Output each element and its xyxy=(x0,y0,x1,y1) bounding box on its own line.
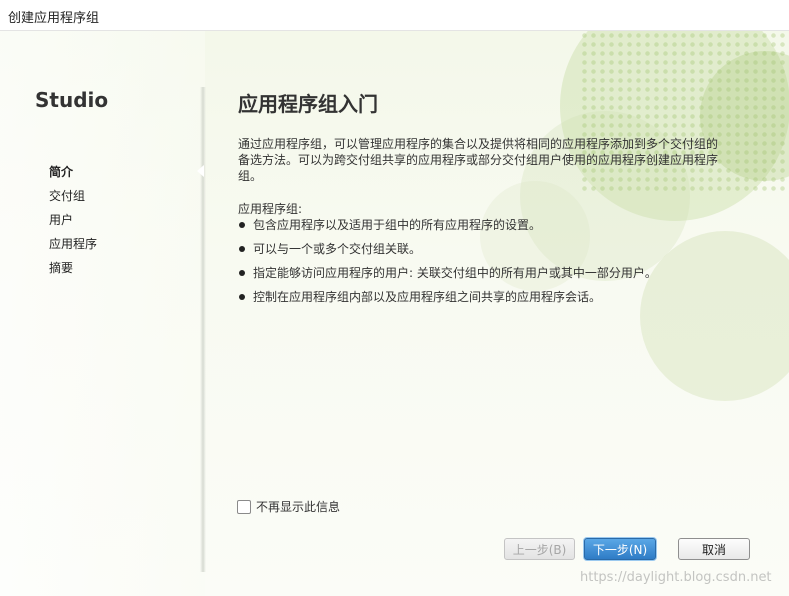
dont-show-again-label[interactable]: 不再显示此信息 xyxy=(256,498,340,515)
dont-show-again-checkbox[interactable] xyxy=(237,499,251,514)
list-item-text: 可以与一个或多个交付组关联。 xyxy=(253,242,422,256)
list-item-text: 指定能够访问应用程序的用户: 关联交付组中的所有用户或其中一部分用户。 xyxy=(253,266,657,280)
group-label: 应用程序组: xyxy=(238,202,303,216)
list-item: 指定能够访问应用程序的用户: 关联交付组中的所有用户或其中一部分用户。 xyxy=(238,264,657,288)
brand-label: Studio xyxy=(35,88,109,112)
list-item-text: 包含应用程序以及适用于组中的所有应用程序的设置。 xyxy=(253,218,542,232)
cancel-button[interactable]: 取消 xyxy=(678,538,750,560)
list-item: 可以与一个或多个交付组关联。 xyxy=(238,240,657,264)
bullet-icon xyxy=(239,246,245,252)
window-title: 创建应用程序组 xyxy=(8,11,100,26)
step-users[interactable]: 用户 xyxy=(49,211,97,235)
wizard-sidebar xyxy=(0,31,205,596)
decor-bubble xyxy=(640,231,789,401)
step-delivery-groups[interactable]: 交付组 xyxy=(49,187,97,211)
intro-text: 通过应用程序组，可以管理应用程序的集合以及提供将相同的应用程序添加到多个交付组的… xyxy=(238,137,719,183)
active-step-pointer-icon xyxy=(197,165,204,177)
list-item-text: 控制在应用程序组内部以及应用程序组之间共享的应用程序会话。 xyxy=(253,290,602,304)
next-button[interactable]: 下一步(N) xyxy=(584,538,656,560)
page-title: 应用程序组入门 xyxy=(238,92,378,116)
dont-show-again-option[interactable]: 不再显示此信息 xyxy=(237,498,340,515)
list-item: 控制在应用程序组内部以及应用程序组之间共享的应用程序会话。 xyxy=(238,288,657,312)
wizard-steps: 简介 交付组 用户 应用程序 摘要 xyxy=(49,163,97,283)
bullet-icon xyxy=(239,222,245,228)
wizard-content: Studio 简介 交付组 用户 应用程序 摘要 应用程序组入门 通过应用程序组… xyxy=(0,31,789,596)
sidebar-divider xyxy=(200,87,206,572)
step-intro[interactable]: 简介 xyxy=(49,163,97,187)
bullet-icon xyxy=(239,270,245,276)
feature-list: 包含应用程序以及适用于组中的所有应用程序的设置。 可以与一个或多个交付组关联。 … xyxy=(238,216,657,312)
step-applications[interactable]: 应用程序 xyxy=(49,235,97,259)
watermark-text: https://daylight.blog.csdn.net xyxy=(580,570,772,585)
bullet-icon xyxy=(239,294,245,300)
step-summary[interactable]: 摘要 xyxy=(49,259,97,283)
list-item: 包含应用程序以及适用于组中的所有应用程序的设置。 xyxy=(238,216,657,240)
back-button[interactable]: 上一步(B) xyxy=(504,538,575,560)
window-titlebar: 创建应用程序组 xyxy=(0,0,789,31)
